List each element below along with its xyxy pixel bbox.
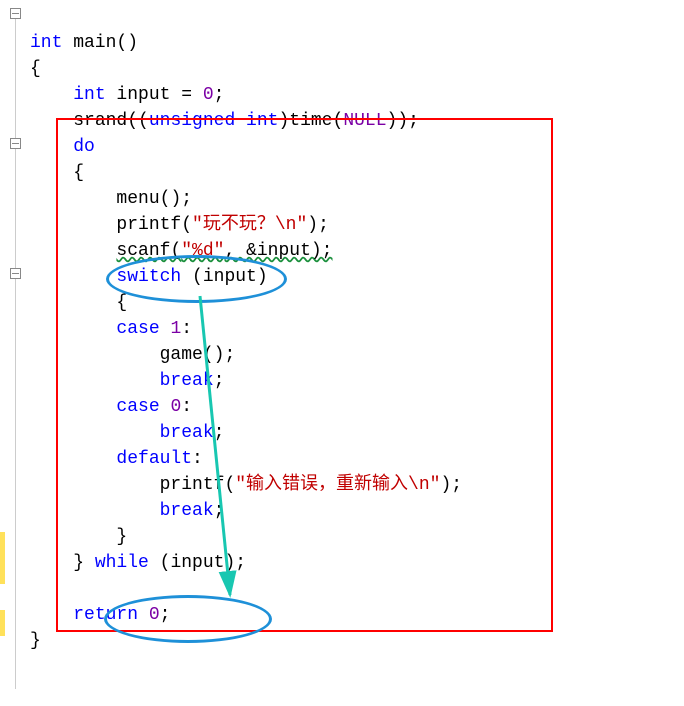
- fold-icon[interactable]: [10, 268, 21, 279]
- fold-icon[interactable]: [10, 8, 21, 19]
- gutter: [0, 0, 20, 706]
- change-marker: [0, 532, 5, 558]
- warning-underline: scanf("%d", &input);: [116, 241, 332, 261]
- change-marker: [0, 610, 5, 636]
- change-marker: [0, 558, 5, 584]
- fold-icon[interactable]: [10, 138, 21, 149]
- keyword-int: int: [30, 33, 62, 53]
- code-block: int main() { int input = 0; srand((unsig…: [30, 4, 462, 654]
